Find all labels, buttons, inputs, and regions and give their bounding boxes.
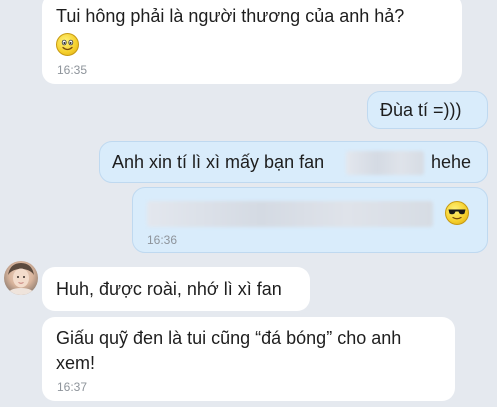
incoming-message-2: Huh, được roài, nhớ lì xì fan <box>42 267 310 311</box>
message-text: Tui hông phải là người thương của anh hả… <box>56 6 405 26</box>
message-text-line1: Giấu quỹ đen là tui cũng “đá bóng” cho a… <box>56 328 402 348</box>
message-text: Huh, được roài, nhớ lì xì fan <box>56 279 282 299</box>
message-timestamp: 16:35 <box>57 63 88 77</box>
outgoing-message-2: Anh xin tí lì xì mấy bạn fan hehe <box>99 141 488 183</box>
incoming-message-1: Tui hông phải là người thương của anh hả… <box>42 0 462 84</box>
redacted-text <box>147 201 433 227</box>
message-timestamp: 16:36 <box>147 233 178 247</box>
contact-avatar[interactable] <box>4 261 38 295</box>
message-timestamp: 16:37 <box>57 380 88 394</box>
redacted-name <box>346 151 424 175</box>
message-text-end: hehe <box>431 152 472 172</box>
sunglasses-emoji-icon <box>445 201 469 225</box>
incoming-message-3: Giấu quỹ đen là tui cũng “đá bóng” cho a… <box>42 317 455 401</box>
message-text-line2: xem! <box>56 353 96 373</box>
outgoing-message-1: Đùa tí =))) <box>367 91 488 129</box>
smiley-emoji-icon <box>56 33 79 56</box>
message-text: Đùa tí =))) <box>380 100 462 120</box>
outgoing-message-3: 16:36 <box>132 187 488 253</box>
message-text-start: Anh xin tí lì xì mấy bạn fan <box>112 152 325 172</box>
